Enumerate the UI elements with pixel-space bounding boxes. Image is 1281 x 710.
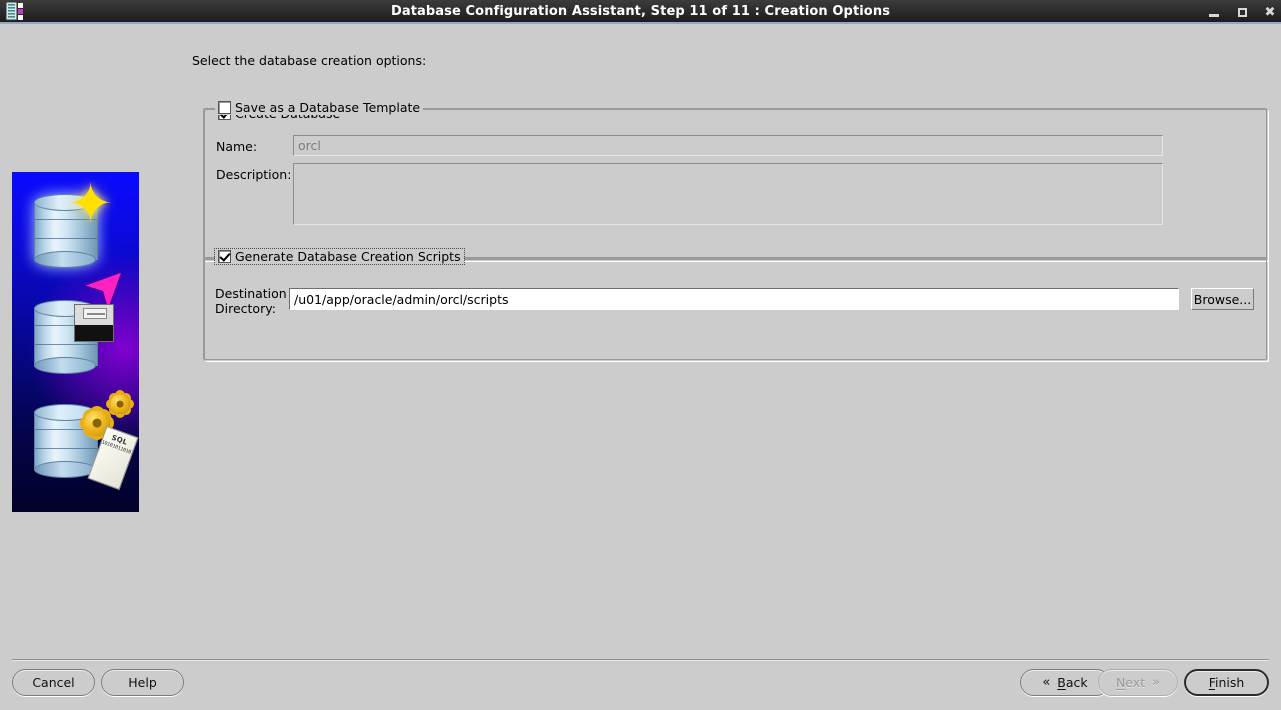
back-button-label: Back — [1057, 675, 1087, 690]
window-title: Database Configuration Assistant, Step 1… — [390, 3, 891, 19]
destination-directory-label-line2: Directory: — [215, 301, 276, 316]
title-bar: Database Configuration Assistant, Step 1… — [0, 0, 1281, 24]
sidebar-illustration: ✦ ➤ SQL 10101011010101101010110101011010… — [12, 172, 139, 512]
cancel-button[interactable]: Cancel — [12, 669, 95, 696]
destination-directory-label: Destination Directory: — [215, 286, 287, 316]
save-as-template-checkbox[interactable] — [218, 101, 231, 114]
generate-scripts-checkbox-row[interactable]: Generate Database Creation Scripts — [218, 249, 461, 264]
save-as-template-checkbox-row[interactable]: Save as a Database Template — [218, 100, 420, 115]
next-mnemonic: N — [1115, 675, 1126, 690]
template-name-input[interactable] — [293, 135, 1163, 156]
page-title: Select the database creation options: — [192, 53, 427, 68]
floppy-disk-icon — [74, 304, 114, 342]
next-button: Next » — [1098, 669, 1178, 696]
database-app-icon — [3, 0, 25, 22]
back-rest: ack — [1065, 675, 1088, 690]
finish-button-label: Finish — [1209, 675, 1245, 690]
finish-button[interactable]: Finish — [1184, 669, 1269, 696]
generate-scripts-group: Generate Database Creation Scripts Desti… — [203, 248, 1268, 361]
next-button-label: Next — [1116, 675, 1145, 690]
client-area: ✦ ➤ SQL 10101011010101101010110101011010… — [0, 26, 1281, 710]
window-controls: ✖ — [1207, 0, 1277, 24]
maximize-button[interactable] — [1235, 5, 1249, 19]
next-rest: ext — [1125, 675, 1146, 690]
chevron-right-icon: » — [1152, 675, 1161, 690]
template-description-input[interactable] — [293, 163, 1163, 225]
help-button-label: Help — [128, 675, 157, 690]
help-button[interactable]: Help — [101, 669, 184, 696]
destination-directory-label-line1: Destination — [215, 286, 287, 301]
close-icon[interactable]: ✖ — [1263, 5, 1277, 19]
finish-rest: inish — [1214, 675, 1245, 690]
save-as-template-group: Save as a Database Template Name: Descri… — [203, 100, 1268, 261]
gear-icon-small — [110, 394, 130, 414]
back-mnemonic: B — [1057, 675, 1066, 690]
footer-separator — [12, 659, 1269, 660]
generate-scripts-checkbox[interactable] — [218, 250, 231, 263]
save-as-template-label: Save as a Database Template — [235, 100, 421, 115]
star-icon: ✦ — [68, 172, 114, 235]
cancel-button-label: Cancel — [32, 675, 75, 690]
generate-scripts-title: Generate Database Creation Scripts — [214, 248, 465, 265]
browse-button[interactable]: Browse... — [1191, 288, 1254, 310]
chevron-left-icon: « — [1042, 675, 1051, 690]
destination-directory-input[interactable] — [289, 288, 1179, 310]
template-name-label: Name: — [216, 139, 258, 154]
minimize-button[interactable] — [1207, 5, 1221, 19]
generate-scripts-label: Generate Database Creation Scripts — [235, 249, 461, 264]
save-as-template-title: Save as a Database Template — [215, 100, 424, 115]
template-description-label: Description: — [216, 167, 292, 182]
back-button[interactable]: « Back — [1020, 669, 1110, 696]
